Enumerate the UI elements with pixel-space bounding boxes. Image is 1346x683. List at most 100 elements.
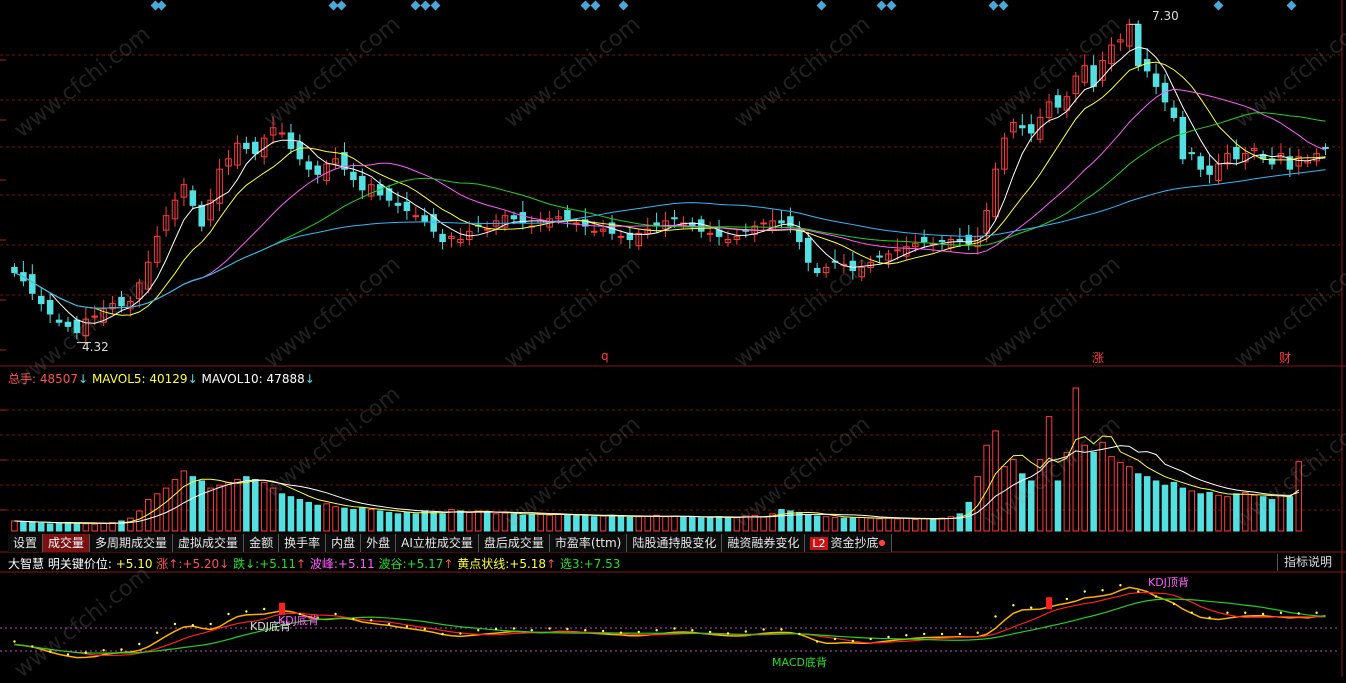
volume-bar bbox=[1099, 441, 1106, 532]
down-arrow-icon: ↓ bbox=[78, 372, 89, 386]
volume-bar bbox=[439, 513, 446, 532]
volume-bar bbox=[1134, 473, 1142, 532]
indicator-gold-dot bbox=[1208, 616, 1211, 619]
candle-body bbox=[252, 141, 259, 155]
volume-bar bbox=[894, 518, 901, 532]
volume-bar bbox=[626, 516, 634, 532]
volume-bar bbox=[1188, 490, 1196, 532]
tab-northbound-holdings[interactable]: 陆股通持股变化 bbox=[627, 534, 723, 552]
indicator-gold-dot bbox=[922, 632, 926, 636]
gold-dot-label: 黄点状线: bbox=[457, 557, 510, 571]
volume-bar bbox=[323, 503, 330, 532]
volume-bar bbox=[430, 511, 437, 532]
valley-label: 波谷: bbox=[378, 557, 407, 571]
indicator-help-button[interactable]: 指标说明 bbox=[1276, 554, 1338, 571]
volume-bar bbox=[314, 504, 321, 532]
volume-bar bbox=[448, 509, 455, 532]
volume-bar bbox=[599, 515, 607, 532]
candle-body bbox=[1233, 146, 1240, 160]
tab-volume[interactable]: 成交量 bbox=[43, 534, 91, 552]
indicator-gold-dot bbox=[155, 631, 159, 634]
tab-after-hours-volume[interactable]: 盘后成交量 bbox=[478, 534, 550, 552]
candle-body bbox=[813, 267, 821, 274]
valley-value: +5.17 bbox=[406, 557, 444, 571]
indicator-gold-dot bbox=[708, 630, 712, 634]
candle-body bbox=[1054, 95, 1062, 108]
tab-outer[interactable]: 外盘 bbox=[361, 534, 397, 552]
up-value: +5.20 bbox=[182, 557, 220, 571]
tab-multi-period-volume[interactable]: 多周期成交量 bbox=[90, 534, 174, 552]
volume-bar bbox=[608, 514, 616, 532]
volume-bar bbox=[546, 514, 553, 532]
volume-bar bbox=[1117, 461, 1124, 532]
volume-bar bbox=[813, 515, 821, 532]
indicator-gold-dot bbox=[833, 637, 837, 641]
pick3-label: 选3: bbox=[559, 557, 584, 571]
indicator-gold-dot bbox=[334, 612, 337, 616]
volume-bar bbox=[1108, 456, 1115, 532]
up-label: 涨↑: bbox=[156, 557, 183, 571]
indicator-gold-dot bbox=[601, 629, 605, 633]
marker-zhang[interactable]: 涨 bbox=[1092, 349, 1104, 366]
l2-badge: L2 bbox=[810, 537, 828, 550]
candle-body bbox=[1206, 165, 1213, 175]
volume-bar bbox=[64, 521, 72, 532]
volume-bar bbox=[457, 510, 464, 532]
indicator-gold-dot bbox=[566, 627, 569, 631]
indicator-gold-dot bbox=[1297, 612, 1300, 615]
indicator-gold-dot bbox=[1261, 612, 1265, 616]
tab-capital-bottom-label: 资金抄底 bbox=[830, 536, 879, 550]
candle-body bbox=[314, 165, 321, 175]
candle-body bbox=[876, 255, 883, 258]
candle-body bbox=[804, 237, 812, 263]
candle-body bbox=[938, 240, 946, 243]
volume-bar bbox=[662, 516, 669, 532]
total-volume-label: 总手: bbox=[8, 372, 37, 386]
tab-virtual-volume[interactable]: 虚拟成交量 bbox=[173, 534, 245, 552]
candle-body bbox=[1170, 107, 1178, 118]
volume-bar bbox=[537, 514, 544, 532]
tab-inner[interactable]: 内盘 bbox=[326, 534, 362, 552]
volume-bar bbox=[385, 511, 393, 532]
marker-cai[interactable]: 财 bbox=[1279, 349, 1291, 366]
volume-bar bbox=[127, 517, 134, 532]
peak-label: 波峰: bbox=[309, 557, 338, 571]
indicator-gold-dot bbox=[173, 622, 177, 626]
up-arrow-icon: ↑ bbox=[295, 557, 307, 571]
volume-bar bbox=[394, 513, 402, 532]
signal-kdj-top: KDJ顶背 bbox=[1148, 576, 1189, 589]
down-value: +5.11 bbox=[259, 557, 296, 571]
indicator-gold-dot bbox=[655, 629, 658, 632]
candle-body bbox=[403, 201, 411, 212]
tab-amount[interactable]: 金额 bbox=[244, 534, 280, 552]
indicator-base-line bbox=[14, 598, 1326, 654]
indicator-gold-dot bbox=[209, 622, 212, 626]
marker-q[interactable]: q bbox=[601, 349, 609, 363]
candle-body bbox=[198, 204, 206, 227]
volume-bar bbox=[412, 513, 420, 532]
volume-header: 总手: 48507↓ MAVOL5: 40129↓ MAVOL10: 47888… bbox=[8, 370, 315, 387]
indicator-gold-dot bbox=[726, 632, 730, 635]
tab-pe-ttm[interactable]: 市盈率(ttm) bbox=[549, 534, 628, 552]
mavol10-line bbox=[14, 445, 1299, 524]
indicator-gold-dot bbox=[744, 630, 748, 633]
volume-bar bbox=[11, 520, 18, 532]
volume-bar bbox=[1054, 480, 1062, 532]
tab-capital-bottom[interactable]: L2 资金抄底● bbox=[805, 534, 892, 552]
tab-margin-change[interactable]: 融资融券变化 bbox=[722, 534, 806, 552]
indicator-gold-dot bbox=[887, 635, 890, 639]
tab-settings[interactable]: 设置 bbox=[8, 534, 44, 552]
volume-bar bbox=[278, 493, 286, 532]
tab-turnover[interactable]: 换手率 bbox=[279, 534, 327, 552]
indicator-gold-dot bbox=[958, 632, 962, 636]
volume-bar bbox=[359, 507, 366, 532]
volume-bar bbox=[252, 479, 259, 532]
volume-bar bbox=[1090, 451, 1097, 532]
volume-bar bbox=[1152, 480, 1160, 532]
candle-body bbox=[1188, 152, 1196, 155]
indicator-gold-dot bbox=[548, 627, 551, 630]
tab-ai-volume[interactable]: AI立桩成交量 bbox=[396, 534, 479, 552]
volume-bar bbox=[590, 516, 598, 532]
indicator-gold-dot bbox=[1244, 611, 1247, 614]
volume-bar bbox=[920, 518, 928, 532]
